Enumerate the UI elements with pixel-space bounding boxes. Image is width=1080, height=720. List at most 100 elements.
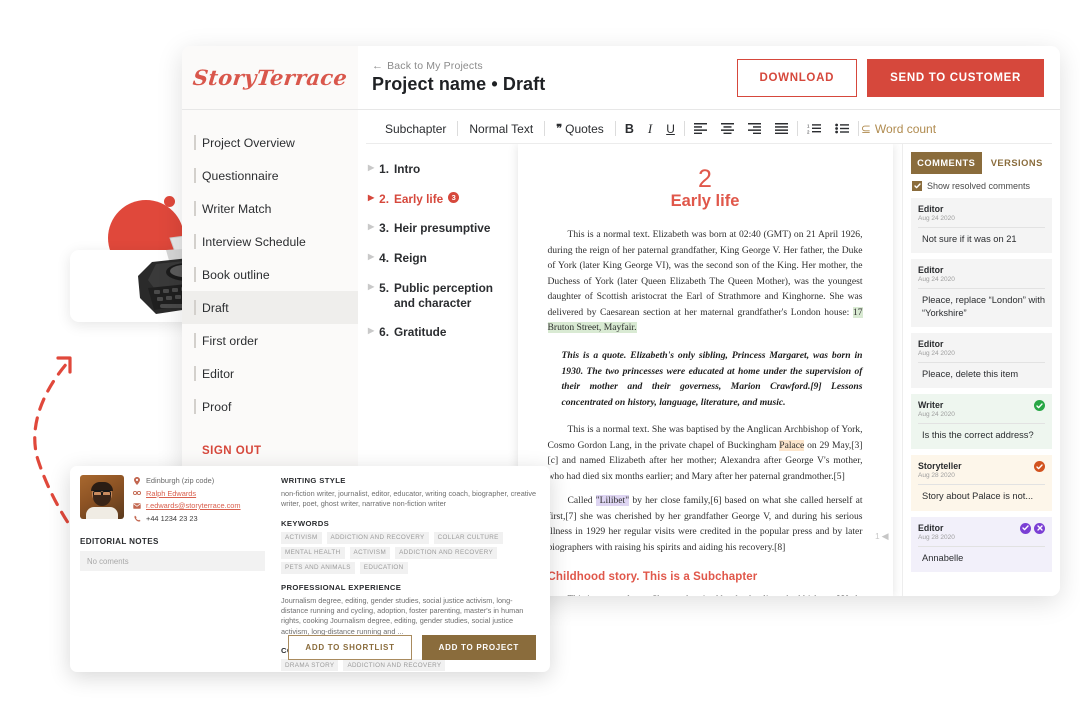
comment-item[interactable]: Writer Aug 24 2020 Is this the correct a… [911, 394, 1052, 450]
sidebar-item-writer-match[interactable]: Writer Match [182, 192, 358, 225]
comfort-tag[interactable]: DRAMA STORY [281, 659, 339, 672]
show-resolved-row[interactable]: Show resolved comments [911, 181, 1052, 191]
keyword-tag[interactable]: ACTIVISM [349, 546, 391, 559]
comment-item[interactable]: Editor Aug 24 2020 Pleace, delete this i… [911, 332, 1052, 389]
align-right-button[interactable] [741, 123, 768, 134]
comment-divider [918, 545, 1045, 547]
sidebar-item-project-overview[interactable]: Project Overview [182, 126, 358, 159]
keyword-tag[interactable]: MENTAL HEALTH [281, 546, 345, 559]
accept-check-icon[interactable] [1020, 522, 1031, 534]
document-scroll-area[interactable]: 2 Early life This is a normal text. Eliz… [508, 144, 902, 596]
comment-item[interactable]: Editor Aug 28 2020 Annabelle [911, 516, 1052, 572]
phone-icon [133, 515, 141, 522]
comment-text: Story about Palace is not... [922, 491, 1034, 502]
caret-left-icon[interactable]: ◀ [882, 531, 889, 542]
comment-item[interactable]: Storyteller Aug 28 2020 Story about Pala… [911, 455, 1052, 511]
reject-close-icon[interactable] [1034, 522, 1045, 534]
comment-actions [1020, 522, 1045, 534]
sidebar-item-first-order[interactable]: First order [182, 324, 358, 357]
tab-comments[interactable]: COMMENTS [911, 152, 982, 174]
document-page[interactable]: 2 Early life This is a normal text. Eliz… [517, 144, 893, 596]
document-paragraph-1[interactable]: This is a normal text. Elizabeth was bor… [547, 227, 863, 336]
chevron-right-icon: ▶ [368, 281, 375, 291]
sidebar-item-interview-schedule[interactable]: Interview Schedule [182, 225, 358, 258]
unordered-list-button[interactable] [828, 123, 856, 134]
comfort-tag[interactable]: ADDICTION AND RECOVERY [343, 659, 446, 672]
document-paragraph-2[interactable]: This is a normal text. She was baptised … [548, 422, 863, 484]
resolve-check-icon[interactable] [1034, 461, 1045, 473]
writer-location-row: Edinburgh (zip code) [133, 476, 265, 485]
chapter-label: Gratitude [394, 325, 447, 340]
comment-header: Editor Aug 24 2020 [918, 265, 1045, 283]
highlight-palace[interactable]: Palace [779, 439, 805, 451]
document-paragraph-4[interactable]: This is a normal text. She was baptised … [548, 592, 863, 596]
resolve-check-icon[interactable] [1034, 400, 1045, 412]
document-quote-block[interactable]: This is a quote. Elizabeth's only siblin… [562, 348, 863, 410]
back-to-my-projects-link[interactable]: ← Back to My Projects [372, 60, 737, 72]
chapter-item-gratitude[interactable]: ▶ 6. Gratitude [368, 325, 498, 340]
chapter-item-public-perception[interactable]: ▶ 5. Public perception and character [368, 281, 498, 310]
comment-header: Editor Aug 24 2020 [918, 339, 1045, 357]
download-button[interactable]: DOWNLOAD [736, 58, 858, 97]
tab-versions[interactable]: VERSIONS [981, 152, 1052, 174]
show-resolved-checkbox[interactable] [912, 181, 922, 191]
comment-item[interactable]: Editor Aug 24 2020 Pleace, replace “Lond… [911, 259, 1052, 327]
document-chapter-title: Early life [670, 192, 740, 211]
word-count-button[interactable]: ⊆ Word count [861, 122, 936, 136]
toolbar-subchapter-select[interactable]: Subchapter [376, 122, 455, 136]
chapter-item-intro[interactable]: ▶ 1. Intro [368, 162, 498, 177]
italic-button[interactable]: I [641, 121, 659, 137]
add-to-shortlist-button[interactable]: ADD TO SHORTLIST [288, 635, 412, 660]
comments-panel: COMMENTS VERSIONS Show resolved comments [902, 144, 1060, 596]
sign-out-link[interactable]: SIGN OUT [202, 445, 358, 457]
link-icon [133, 490, 141, 496]
keyword-tag[interactable]: ACTIVISM [281, 531, 322, 544]
decorative-red-dot [164, 196, 175, 207]
comment-item[interactable]: Editor Aug 24 2020 Not sure if it was on… [911, 198, 1052, 254]
highlight-lilibet[interactable]: "Lilibet" [595, 495, 630, 507]
chapter-item-heir-presumptive[interactable]: ▶ 3. Heir presumptive [368, 221, 498, 236]
writer-name-link[interactable]: Ralph Edwards [146, 489, 196, 498]
comment-header: Editor Aug 28 2020 [918, 522, 1045, 541]
align-justify-icon [774, 123, 788, 134]
toolbar-text-style-select[interactable]: Normal Text [460, 122, 542, 136]
send-to-customer-button[interactable]: SEND TO CUSTOMER [867, 58, 1044, 97]
chapter-number: 1. [379, 162, 389, 176]
sidebar-item-questionnaire[interactable]: Questionnaire [182, 159, 358, 192]
sidebar-item-editor[interactable]: Editor [182, 357, 358, 390]
align-center-button[interactable] [714, 123, 741, 134]
chapter-item-reign[interactable]: ▶ 4. Reign [368, 251, 498, 266]
keyword-tag[interactable]: EDUCATION [359, 561, 408, 574]
comment-meta: Storyteller Aug 28 2020 [918, 461, 962, 479]
svg-text:1: 1 [807, 124, 810, 129]
document-paragraph-3[interactable]: Called "Lilibet" by her close family,[6]… [548, 493, 863, 555]
keyword-tag[interactable]: COLLAR CULTURE [433, 531, 503, 544]
sidebar-item-proof[interactable]: Proof [182, 390, 358, 423]
chapter-item-early-life[interactable]: ▶ 2. Early life 3 [368, 191, 498, 207]
align-justify-button[interactable] [768, 123, 795, 134]
sidebar-item-book-outline[interactable]: Book outline [182, 258, 358, 291]
comment-author-role: Storyteller [918, 461, 962, 472]
add-to-project-button[interactable]: ADD TO PROJECT [421, 635, 536, 660]
writer-email-row: r.edwards@storyterrace.com [133, 501, 265, 510]
bold-button[interactable]: B [618, 122, 641, 136]
keyword-tag[interactable]: ADDICTION AND RECOVERY [395, 546, 498, 559]
toolbar-quotes-button[interactable]: ❞ Quotes [547, 122, 613, 136]
keyword-tag[interactable]: PETS AND ANIMALS [281, 561, 355, 574]
align-left-button[interactable] [687, 123, 714, 134]
editorial-notes-input[interactable]: No coments [80, 551, 265, 571]
chapter-number: 6. [379, 325, 389, 340]
sidebar-item-draft[interactable]: Draft [182, 291, 358, 324]
writer-phone: +44 1234 23 23 [146, 513, 198, 523]
writer-email-link[interactable]: r.edwards@storyterrace.com [146, 501, 241, 510]
writing-style-title: WRITING STYLE [281, 476, 346, 485]
comment-meta: Writer Aug 24 2020 [918, 400, 955, 418]
ordered-list-button[interactable]: 12 [800, 123, 828, 134]
keyword-tag[interactable]: ADDICTION AND RECOVERY [326, 531, 429, 544]
page-number: 1 [875, 532, 880, 541]
comment-text: Not sure if it was on 21 [922, 234, 1017, 244]
toolbar-divider [796, 121, 798, 136]
comment-divider [918, 484, 1045, 486]
underline-button[interactable]: U [659, 122, 682, 136]
toolbar-divider [683, 121, 685, 136]
